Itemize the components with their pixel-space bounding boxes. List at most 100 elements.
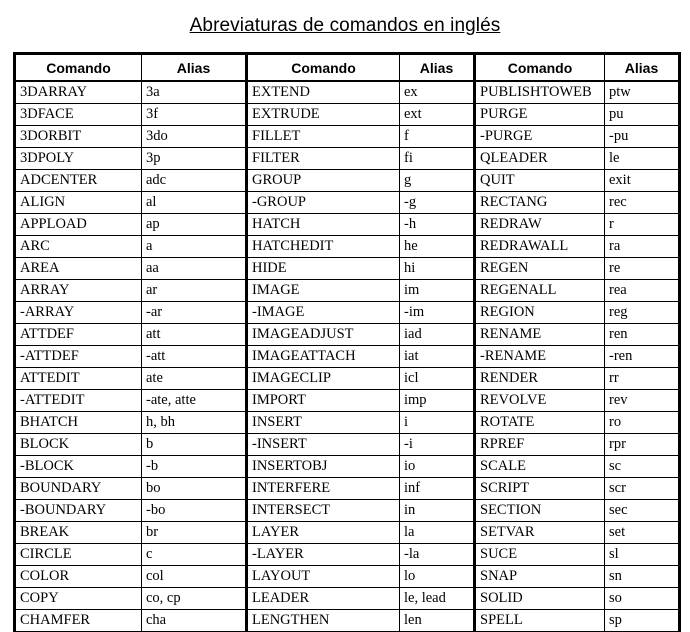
cell-alias: set (604, 521, 681, 544)
command-alias-table: Comando Alias Comando Alias Comando Alia… (13, 52, 681, 632)
cell-command: ATTDEF (13, 323, 142, 346)
cell-alias: i (399, 411, 475, 434)
cell-alias: att (141, 323, 247, 346)
cell-alias: fi (399, 147, 475, 170)
cell-alias: iad (399, 323, 475, 346)
cell-alias: rev (604, 389, 681, 412)
cell-command: IMPORT (245, 389, 400, 412)
cell-command: 3DFACE (13, 103, 142, 126)
cell-command: FILTER (245, 147, 400, 170)
cell-alias: la (399, 521, 475, 544)
cell-alias: c (141, 543, 247, 566)
cell-alias: ar (141, 279, 247, 302)
cell-alias: sec (604, 499, 681, 522)
cell-alias: in (399, 499, 475, 522)
cell-alias: he (399, 235, 475, 258)
cell-alias: rpr (604, 433, 681, 456)
cell-command: BREAK (13, 521, 142, 544)
cell-alias: -ren (604, 345, 681, 368)
table-row: CIRCLE c -LAYER -la SUCE sl (13, 543, 681, 566)
table-row: -ATTDEF -att IMAGEATTACH iat -RENAME -ren (13, 345, 681, 368)
cell-command: COLOR (13, 565, 142, 588)
cell-command: COPY (13, 587, 142, 610)
cell-command: BLOCK (13, 433, 142, 456)
cell-alias: sc (604, 455, 681, 478)
cell-command: RECTANG (473, 191, 605, 214)
cell-command: REGION (473, 301, 605, 324)
cell-command: REDRAW (473, 213, 605, 236)
cell-alias: sp (604, 609, 681, 632)
cell-alias: le, lead (399, 587, 475, 610)
cell-command: CIRCLE (13, 543, 142, 566)
cell-command: -LAYER (245, 543, 400, 566)
cell-command: EXTRUDE (245, 103, 400, 126)
cell-alias: ren (604, 323, 681, 346)
cell-command: LENGTHEN (245, 609, 400, 632)
cell-alias: adc (141, 169, 247, 192)
cell-command: -GROUP (245, 191, 400, 214)
cell-command: QUIT (473, 169, 605, 192)
cell-command: SETVAR (473, 521, 605, 544)
cell-command: FILLET (245, 125, 400, 148)
cell-command: ALIGN (13, 191, 142, 214)
cell-command: -ATTDEF (13, 345, 142, 368)
cell-command: PUBLISHTOWEB (473, 80, 605, 104)
table-row: CHAMFER cha LENGTHEN len SPELL sp (13, 609, 681, 632)
cell-alias: -ar (141, 301, 247, 324)
cell-command: 3DARRAY (13, 80, 142, 104)
cell-alias: 3do (141, 125, 247, 148)
cell-alias: le (604, 147, 681, 170)
cell-alias: icl (399, 367, 475, 390)
cell-command: IMAGECLIP (245, 367, 400, 390)
cell-alias: g (399, 169, 475, 192)
page-title: Abreviaturas de comandos en inglés (189, 15, 501, 36)
cell-alias: -bo (141, 499, 247, 522)
cell-command: IMAGEATTACH (245, 345, 400, 368)
table-body: 3DARRAY 3a EXTEND ex PUBLISHTOWEB ptw 3DFACE 3f… (13, 80, 681, 632)
header-alias-3: Alias (604, 52, 681, 82)
cell-command: HIDE (245, 257, 400, 280)
cell-alias: sn (604, 565, 681, 588)
cell-command: BOUNDARY (13, 477, 142, 500)
cell-alias: 3p (141, 147, 247, 170)
header-alias-2: Alias (399, 52, 475, 82)
table-row: COLOR col LAYOUT lo SNAP sn (13, 565, 681, 588)
cell-command: SUCE (473, 543, 605, 566)
cell-command: LEADER (245, 587, 400, 610)
alias-table-container: Comando Alias Comando Alias Comando Alia… (13, 52, 681, 632)
cell-alias: -ate, atte (141, 389, 247, 412)
cell-alias: ap (141, 213, 247, 236)
cell-command: ROTATE (473, 411, 605, 434)
cell-command: 3DPOLY (13, 147, 142, 170)
header-comando-2: Comando (245, 52, 400, 82)
cell-alias: ra (604, 235, 681, 258)
cell-command: REVOLVE (473, 389, 605, 412)
cell-command: REGEN (473, 257, 605, 280)
table-row: BOUNDARY bo INTERFERE inf SCRIPT scr (13, 477, 681, 500)
cell-alias: -pu (604, 125, 681, 148)
cell-alias: len (399, 609, 475, 632)
cell-command: QLEADER (473, 147, 605, 170)
cell-command: LAYER (245, 521, 400, 544)
cell-alias: inf (399, 477, 475, 500)
header-row: Comando Alias Comando Alias Comando Alia… (13, 52, 681, 82)
cell-alias: pu (604, 103, 681, 126)
cell-command: SNAP (473, 565, 605, 588)
cell-command: IMAGEADJUST (245, 323, 400, 346)
table-row: 3DPOLY 3p FILTER fi QLEADER le (13, 147, 681, 170)
header-alias-1: Alias (141, 52, 247, 82)
table-row: COPY co, cp LEADER le, lead SOLID so (13, 587, 681, 610)
cell-command: RPREF (473, 433, 605, 456)
cell-alias: sl (604, 543, 681, 566)
cell-alias: re (604, 257, 681, 280)
cell-alias: br (141, 521, 247, 544)
cell-command: HATCH (245, 213, 400, 236)
cell-command: 3DORBIT (13, 125, 142, 148)
cell-command: REDRAWALL (473, 235, 605, 258)
cell-command: EXTEND (245, 80, 400, 104)
table-row: ATTDEF att IMAGEADJUST iad RENAME ren (13, 323, 681, 346)
table-row: 3DFACE 3f EXTRUDE ext PURGE pu (13, 103, 681, 126)
table-row: -ATTEDIT -ate, atte IMPORT imp REVOLVE rev (13, 389, 681, 412)
cell-alias: al (141, 191, 247, 214)
table-row: ARC a HATCHEDIT he REDRAWALL ra (13, 235, 681, 258)
